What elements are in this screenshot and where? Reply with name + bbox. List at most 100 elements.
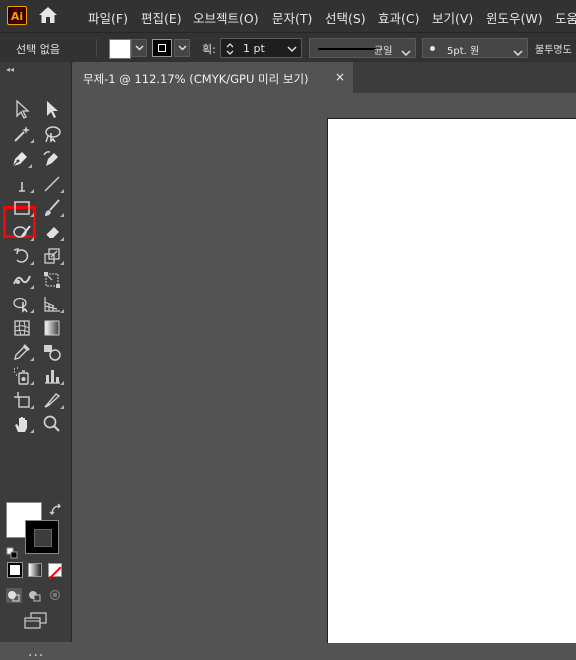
- none-mode-button[interactable]: [48, 563, 62, 580]
- home-icon[interactable]: [38, 6, 58, 28]
- draw-behind-button[interactable]: [27, 588, 43, 603]
- eraser-icon: [45, 227, 59, 239]
- stroke-weight-value: 1 pt: [243, 42, 265, 55]
- width-tool-icon: [13, 275, 31, 285]
- menu-window[interactable]: 윈도우(W): [486, 8, 543, 27]
- chevron-down-icon[interactable]: [285, 41, 299, 60]
- stroke-color-swatch[interactable]: [152, 39, 172, 57]
- selection-status: 선택 없음: [16, 43, 60, 56]
- selection-tool[interactable]: [10, 97, 34, 119]
- gradient-icon: [44, 320, 60, 336]
- draw-inside-icon: [49, 589, 61, 601]
- width-tool[interactable]: [10, 268, 34, 290]
- artboard-tool[interactable]: [10, 388, 34, 410]
- stroke-color-box[interactable]: [25, 520, 59, 554]
- magic-wand-icon: [14, 126, 30, 142]
- symbol-sprayer-tool[interactable]: [10, 364, 34, 386]
- chevron-down-icon: [513, 43, 523, 62]
- rotate-icon: [13, 247, 29, 263]
- default-fill-stroke-icon[interactable]: [6, 544, 18, 563]
- hand-tool[interactable]: [10, 412, 34, 434]
- pen-tool[interactable]: [8, 147, 32, 169]
- menu-view[interactable]: 보기(V): [432, 8, 473, 27]
- fill-dropdown-button[interactable]: [131, 39, 147, 57]
- draw-inside-button[interactable]: [48, 588, 64, 603]
- collapse-panel-icon[interactable]: ◂◂: [6, 65, 14, 74]
- tools-panel: ◂◂ ...: [0, 62, 72, 660]
- brush-label: 5pt. 원: [447, 46, 480, 57]
- variable-width-profile-dropdown[interactable]: 균일: [309, 38, 416, 58]
- gradient-mode-button[interactable]: [28, 563, 42, 577]
- perspective-grid-tool[interactable]: [40, 292, 64, 314]
- column-graph-icon: [45, 370, 60, 384]
- menu-file[interactable]: 파일(F): [88, 8, 128, 27]
- screen-mode-icon[interactable]: [24, 612, 48, 634]
- slice-tool[interactable]: [40, 388, 64, 410]
- blend-icon: [44, 345, 61, 361]
- lasso-tool[interactable]: [40, 122, 64, 144]
- fill-color-swatch[interactable]: [109, 39, 131, 59]
- gradient-tool[interactable]: [40, 316, 64, 338]
- column-graph-tool[interactable]: [40, 364, 64, 386]
- canvas-area[interactable]: [73, 93, 576, 643]
- rectangle-icon: [14, 201, 30, 215]
- draw-normal-icon: [8, 591, 20, 602]
- artboard-icon: [14, 392, 30, 408]
- magic-wand-tool[interactable]: [10, 122, 34, 144]
- curvature-tool[interactable]: [40, 147, 64, 169]
- swap-fill-stroke-icon[interactable]: [49, 502, 63, 521]
- eyedropper-icon: [14, 344, 30, 360]
- artboard[interactable]: [327, 118, 576, 643]
- free-transform-icon: [44, 272, 60, 288]
- paintbrush-tool[interactable]: [40, 196, 64, 218]
- menu-edit[interactable]: 편집(E): [141, 8, 182, 27]
- shape-builder-tool[interactable]: [10, 292, 34, 314]
- mesh-icon: [14, 320, 30, 336]
- type-t-icon: [19, 182, 25, 192]
- zoom-tool[interactable]: [40, 412, 64, 434]
- draw-normal-button[interactable]: [6, 588, 22, 603]
- menu-effect[interactable]: 효과(C): [378, 8, 419, 27]
- scale-tool[interactable]: [40, 244, 64, 266]
- illustrator-logo[interactable]: Ai: [7, 6, 27, 25]
- shape-builder-icon: [13, 297, 28, 313]
- rotate-tool[interactable]: [10, 244, 34, 266]
- zoom-magnifier-icon: [43, 415, 60, 432]
- opacity-label[interactable]: 불투명도: [535, 41, 572, 56]
- edit-toolbar-more-button[interactable]: ...: [28, 644, 44, 660]
- rectangle-tool[interactable]: [10, 196, 34, 218]
- curvature-pen-icon: [43, 151, 58, 166]
- stroke-weight-field[interactable]: 1 pt: [220, 38, 302, 58]
- uniform-profile-line: [318, 48, 376, 50]
- brush-definition-dropdown[interactable]: 5pt. 원: [422, 38, 528, 58]
- color-mode-button[interactable]: [7, 562, 23, 578]
- free-transform-tool[interactable]: [40, 268, 64, 290]
- shaper-tool[interactable]: [10, 220, 34, 242]
- direct-selection-tool[interactable]: [40, 97, 64, 119]
- eraser-tool[interactable]: [40, 220, 64, 242]
- pen-icon: [12, 152, 27, 167]
- menu-select[interactable]: 선택(S): [325, 8, 366, 27]
- line-segment-tool[interactable]: [40, 172, 64, 194]
- blend-tool[interactable]: [40, 340, 64, 362]
- menu-object[interactable]: 오브젝트(O): [193, 8, 259, 27]
- scale-icon: [44, 248, 60, 264]
- selection-arrow-icon: [16, 99, 30, 119]
- shaper-icon: [13, 225, 31, 238]
- menu-type[interactable]: 문자(T): [272, 8, 312, 27]
- document-tab-title: 무제-1 @ 112.17% (CMYK/GPU 미리 보기): [83, 72, 309, 86]
- chevron-down-icon: [135, 45, 144, 51]
- symbol-sprayer-icon: [14, 367, 29, 385]
- stroke-dropdown-button[interactable]: [174, 39, 190, 57]
- eyedropper-tool[interactable]: [10, 340, 34, 362]
- mesh-tool[interactable]: [10, 316, 34, 338]
- round-brush-icon: [430, 46, 435, 51]
- stroke-label[interactable]: 획:: [202, 41, 216, 57]
- spinner-arrows-icon[interactable]: [225, 41, 235, 60]
- document-tab[interactable]: 무제-1 @ 112.17% (CMYK/GPU 미리 보기) ×: [73, 62, 353, 93]
- line-segment-icon: [44, 176, 60, 192]
- close-icon[interactable]: ×: [335, 70, 345, 84]
- type-tool[interactable]: [10, 172, 34, 194]
- slice-knife-icon: [44, 393, 61, 408]
- menu-help[interactable]: 도움: [555, 8, 576, 27]
